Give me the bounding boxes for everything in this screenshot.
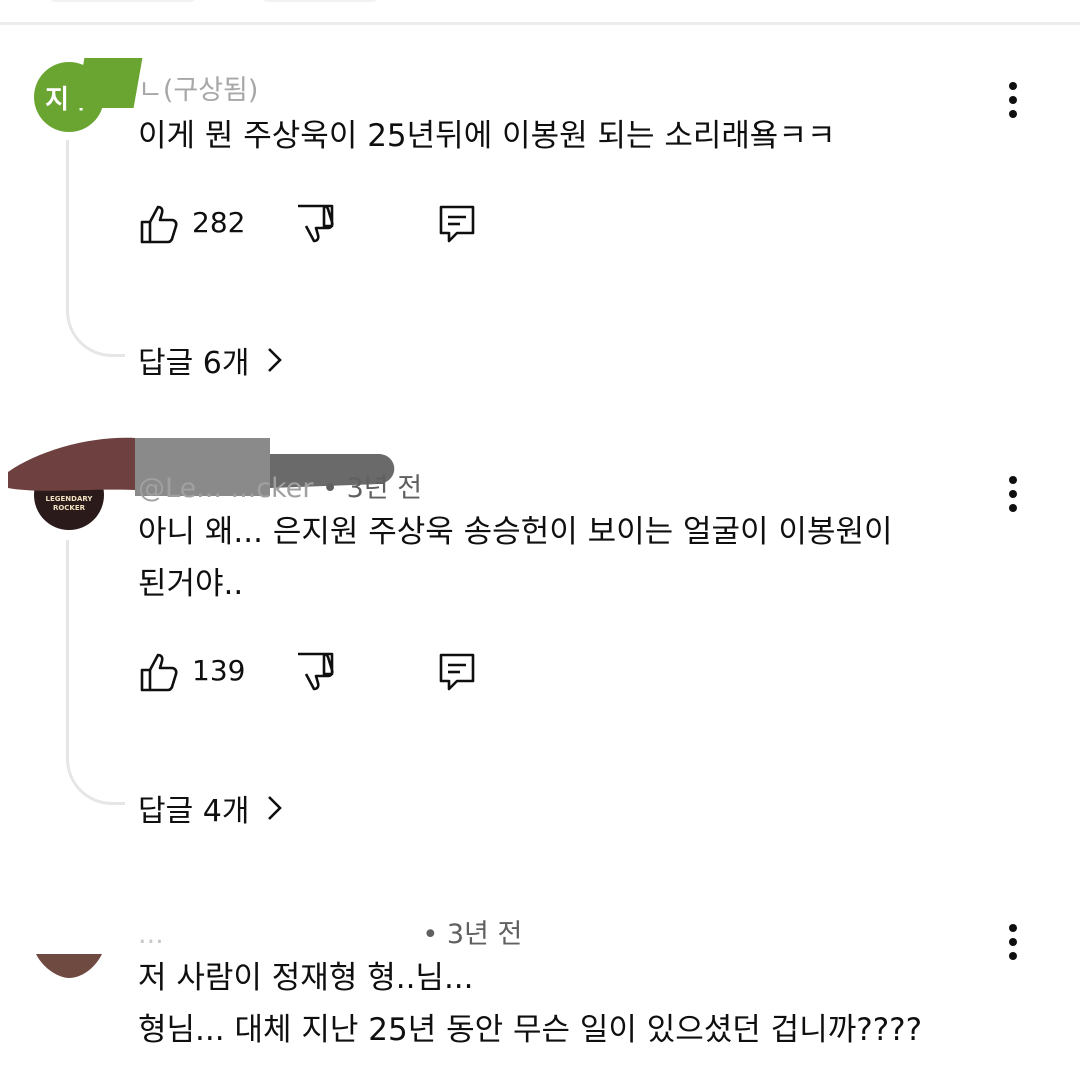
header-divider (0, 22, 1080, 25)
comment-actions: 282 (138, 202, 498, 246)
comment-author[interactable]: ... (138, 919, 344, 950)
thread-connector (66, 540, 125, 805)
more-vertical-icon[interactable] (996, 80, 1030, 120)
thumbs-down-icon[interactable] (294, 650, 338, 694)
comment-meta: @Le... ...cker • 3년 전 (138, 466, 422, 505)
replies-label: 답글 6개 (138, 346, 250, 381)
comment-author[interactable]: ㄴ(구상됨) (138, 68, 258, 107)
thread-connector (66, 140, 125, 357)
thumbs-up-icon[interactable] (138, 202, 182, 246)
comment-reply-icon[interactable] (436, 202, 480, 246)
thumbs-down-icon[interactable] (294, 202, 338, 246)
more-vertical-icon[interactable] (996, 922, 1030, 962)
avatar-partial (36, 954, 102, 978)
view-replies-button[interactable]: 답글 4개 (138, 786, 285, 830)
top-chip-right (260, 0, 380, 2)
comment-reply-icon[interactable] (436, 650, 480, 694)
comment-text: 아니 왜... 은지원 주상욱 송승헌이 보이는 얼굴이 이봉원이 된거야.. (138, 514, 893, 602)
redaction-smear (75, 58, 143, 108)
avatar[interactable] (34, 910, 104, 980)
chevron-right-icon (268, 348, 283, 372)
comment-actions: 139 (138, 650, 498, 694)
comment-text: 이게 뭔 주상욱이 25년뒤에 이봉원 되는 소리래욬ㅋㅋ (138, 118, 836, 154)
chevron-right-icon (268, 796, 283, 820)
comment-time: • 3년 전 (322, 473, 423, 504)
replies-label: 답글 4개 (138, 794, 250, 829)
thumbs-up-icon[interactable] (138, 650, 182, 694)
top-chip-left (48, 0, 198, 2)
more-vertical-icon[interactable] (996, 474, 1030, 514)
like-count: 139 (192, 654, 246, 687)
comment-author[interactable]: @Le... ...cker (138, 473, 314, 504)
like-count: 282 (192, 206, 246, 239)
comment-time: • 3년 전 (422, 919, 523, 950)
comment-meta: ... • 3년 전 (138, 912, 522, 951)
comment-text: 저 사람이 정재형 형..님... 형님... 대체 지난 25년 동안 무슨 … (138, 960, 923, 1048)
view-replies-button[interactable]: 답글 6개 (138, 338, 285, 382)
